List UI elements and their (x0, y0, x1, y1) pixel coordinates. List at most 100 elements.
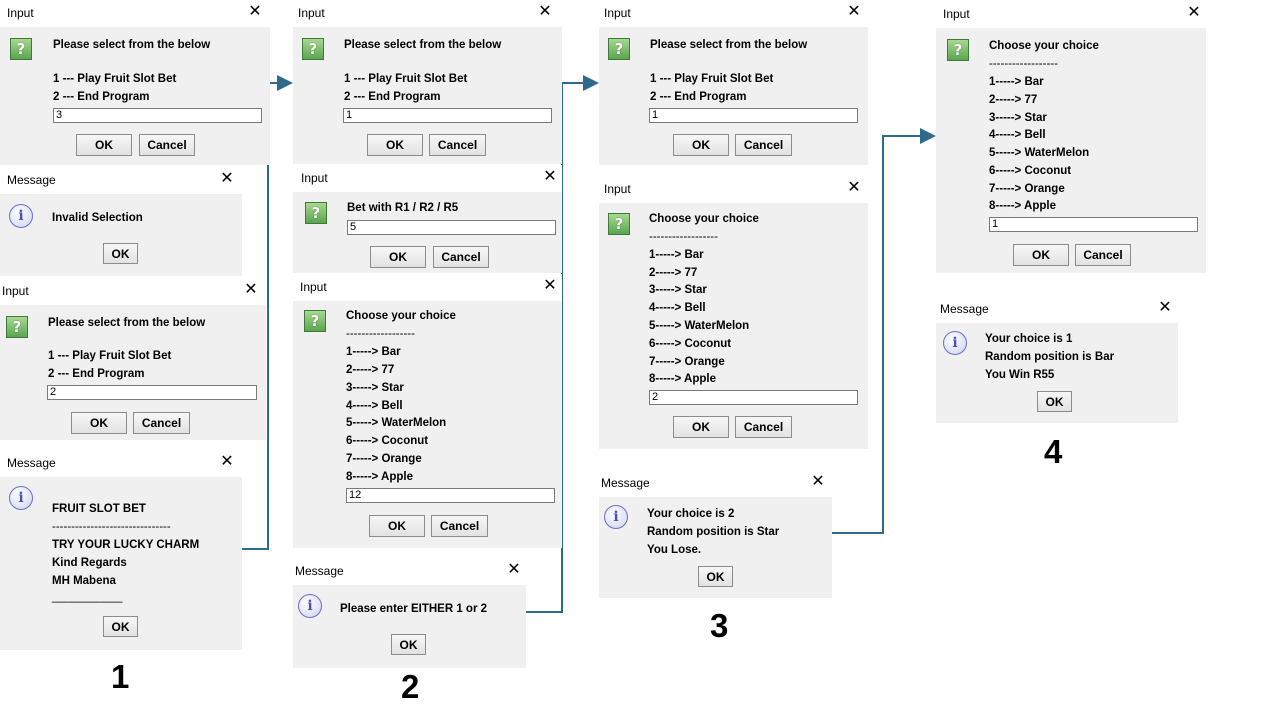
close-icon[interactable]: ✕ (1185, 3, 1203, 21)
ok-button[interactable]: OK (1013, 244, 1069, 266)
dialog-title: Input (7, 6, 34, 20)
close-icon[interactable]: ✕ (246, 2, 264, 20)
info-icon: i (604, 505, 628, 529)
bet-prompt: Bet with R1 / R2 / R5 (347, 202, 459, 214)
ok-button[interactable]: OK (370, 246, 426, 268)
ok-button[interactable]: OK (71, 412, 127, 434)
step-label-3: 3 (710, 607, 729, 644)
message-line: You Lose. (647, 544, 702, 556)
step-label-1: 1 (111, 658, 130, 695)
choice-item: 1-----> Bar (989, 76, 1044, 88)
info-icon: i (298, 594, 322, 618)
question-icon: ? (608, 213, 630, 235)
prompt-text: Choose your choice (346, 310, 456, 322)
dialog-title: Input (300, 280, 327, 294)
ok-button[interactable]: OK (103, 616, 138, 637)
col2-input-dialog-bet: Input ✕ ? Bet with R1 / R2 / R5 5 OK Can… (293, 165, 562, 273)
close-icon[interactable]: ✕ (242, 280, 260, 298)
title-bar: Input ✕ (0, 278, 266, 305)
divider-text: ------------------ (346, 328, 415, 340)
cancel-button[interactable]: Cancel (735, 416, 792, 438)
dialog-title: Input (301, 171, 328, 185)
choice-item: 5-----> WaterMelon (346, 417, 447, 429)
close-icon[interactable]: ✕ (845, 178, 863, 196)
ok-button[interactable]: OK (369, 515, 425, 537)
cancel-button[interactable]: Cancel (431, 515, 488, 537)
col2-input-dialog-choice: Input ✕ ? Choose your choice -----------… (293, 274, 562, 548)
prompt-text: Please select from the below (53, 39, 211, 51)
title-bar: Input ✕ (936, 1, 1206, 28)
dialog-title: Message (295, 564, 344, 578)
option-1: 1 --- Play Fruit Slot Bet (344, 73, 468, 85)
close-icon[interactable]: ✕ (809, 472, 827, 490)
choice-input[interactable]: 2 (649, 390, 858, 405)
question-icon: ? (304, 310, 326, 332)
close-icon[interactable]: ✕ (541, 167, 559, 185)
col4-input-dialog-choice: Input ✕ ? Choose your choice -----------… (936, 1, 1206, 273)
ok-button[interactable]: OK (698, 566, 733, 587)
col3-message-result: Message ✕ i Your choice is 2 Random posi… (599, 470, 832, 598)
message-line: TRY YOUR LUCKY CHARM (52, 539, 200, 551)
ok-button[interactable]: OK (391, 634, 426, 655)
message-line: MH Mabena (52, 575, 116, 587)
message-line: Random position is Star (647, 526, 780, 538)
close-icon[interactable]: ✕ (845, 2, 863, 20)
ok-button[interactable]: OK (673, 134, 729, 156)
selection-input[interactable]: 2 (47, 385, 257, 400)
title-bar: Input ✕ (293, 274, 562, 301)
dialog-title: Input (2, 284, 29, 298)
dialog-title: Input (604, 182, 631, 196)
title-bar: Message ✕ (0, 167, 242, 194)
choice-input[interactable]: 12 (346, 488, 555, 503)
question-icon: ? (10, 38, 32, 60)
close-icon[interactable]: ✕ (536, 2, 554, 20)
ok-button[interactable]: OK (103, 243, 138, 264)
choice-item: 3-----> Star (989, 112, 1047, 124)
choice-item: 7-----> Orange (346, 453, 422, 465)
choice-item: 6-----> Coconut (989, 165, 1072, 177)
divider-text: ------------------ (989, 58, 1058, 70)
option-1: 1 --- Play Fruit Slot Bet (53, 73, 177, 85)
question-icon: ? (947, 39, 969, 61)
cancel-button[interactable]: Cancel (139, 134, 195, 156)
message-text: Invalid Selection (52, 212, 143, 224)
close-icon[interactable]: ✕ (218, 452, 236, 470)
cancel-button[interactable]: Cancel (433, 246, 489, 268)
choice-input[interactable]: 1 (989, 217, 1198, 232)
close-icon[interactable]: ✕ (505, 560, 523, 578)
prompt-text: Please select from the below (344, 39, 502, 51)
selection-input[interactable]: 1 (343, 108, 552, 123)
option-2: 2 --- End Program (48, 368, 145, 380)
bet-input[interactable]: 5 (347, 220, 556, 235)
close-icon[interactable]: ✕ (541, 276, 559, 294)
message-line: ------------------------------- (52, 521, 171, 533)
choice-item: 7-----> Orange (989, 183, 1065, 195)
title-bar: Message ✕ (0, 450, 242, 477)
selection-input[interactable]: 3 (53, 108, 262, 123)
message-line: Random position is Bar (985, 351, 1115, 363)
ok-button[interactable]: OK (367, 134, 423, 156)
ok-button[interactable]: OK (673, 416, 729, 438)
title-bar: Input ✕ (293, 165, 562, 192)
ok-button[interactable]: OK (1037, 391, 1072, 412)
cancel-button[interactable]: Cancel (735, 134, 792, 156)
col1-input-dialog-menu-2: Input ✕ ? Please select from the below 1… (0, 278, 266, 440)
selection-input[interactable]: 1 (649, 108, 858, 123)
prompt-text: Choose your choice (989, 40, 1099, 52)
title-bar: Input ✕ (599, 176, 868, 203)
cancel-button[interactable]: Cancel (1075, 244, 1131, 266)
title-bar: Input ✕ (599, 0, 868, 27)
dialog-title: Input (604, 6, 631, 20)
title-bar: Message ✕ (599, 470, 832, 497)
col1-message-invalid: Message ✕ i Invalid Selection OK (0, 167, 242, 276)
question-icon: ? (608, 38, 630, 60)
ok-button[interactable]: OK (76, 134, 132, 156)
message-text: Please enter EITHER 1 or 2 (340, 603, 488, 615)
choice-item: 1-----> Bar (649, 249, 704, 261)
close-icon[interactable]: ✕ (218, 169, 236, 187)
option-2: 2 --- End Program (53, 91, 150, 103)
choice-item: 5-----> WaterMelon (649, 320, 750, 332)
close-icon[interactable]: ✕ (1156, 298, 1174, 316)
cancel-button[interactable]: Cancel (133, 412, 190, 434)
cancel-button[interactable]: Cancel (429, 134, 486, 156)
